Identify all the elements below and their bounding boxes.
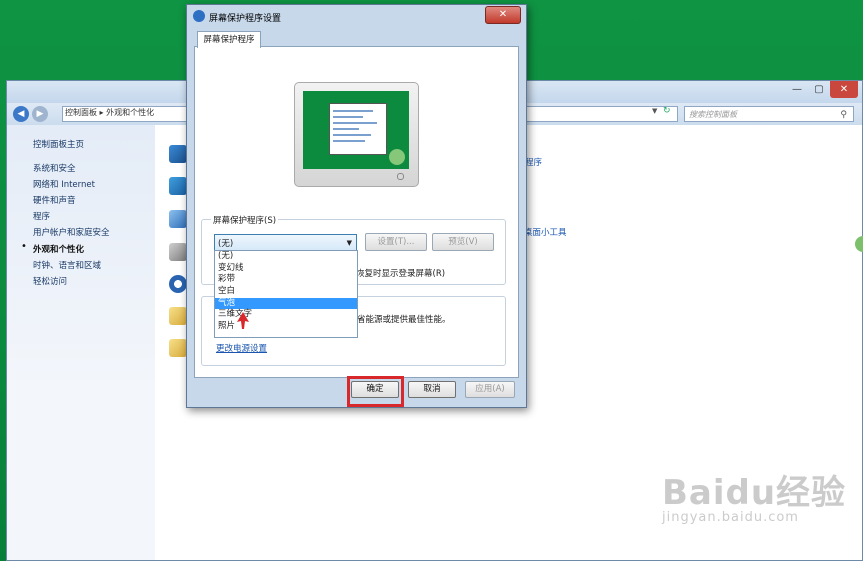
cancel-button[interactable]: 取消 bbox=[408, 381, 456, 398]
forward-icon[interactable]: ▶ bbox=[32, 106, 48, 122]
address-path[interactable]: 控制面板 ▸ 外观和个性化 bbox=[65, 107, 154, 119]
pointer-arrow-icon bbox=[237, 312, 249, 329]
display-icon bbox=[169, 145, 187, 163]
fonts-icon bbox=[169, 339, 187, 357]
preview-button[interactable]: 预览(V) bbox=[432, 233, 494, 251]
monitor-power-icon bbox=[397, 173, 404, 180]
sidebar-item-security[interactable]: 系统和安全 bbox=[33, 162, 76, 174]
preview-window-image bbox=[329, 103, 387, 155]
minimize-icon[interactable]: — bbox=[786, 81, 808, 98]
dialog-title: 屏幕保护程序设置 bbox=[209, 14, 282, 24]
taskbar-icon bbox=[169, 243, 187, 261]
ok-highlight-box bbox=[347, 376, 404, 407]
screensaver-select[interactable]: (无) ▼ bbox=[214, 234, 357, 251]
desktop-gadgets-link[interactable]: 桌面小工具 bbox=[524, 226, 567, 238]
search-icon[interactable]: ⚲ bbox=[840, 110, 847, 120]
sidebar-item-ease-of-access[interactable]: 轻松访问 bbox=[33, 275, 67, 287]
back-icon[interactable]: ◀ bbox=[13, 106, 29, 122]
dropdown-option-mystify[interactable]: 变幻线 bbox=[215, 263, 357, 275]
power-description: 省能源或提供最佳性能。 bbox=[357, 315, 451, 325]
watermark: Baidu经验 jingyan.baidu.com bbox=[662, 465, 846, 525]
change-power-settings-link[interactable]: 更改电源设置 bbox=[216, 342, 267, 354]
refresh-icon[interactable]: ↻ bbox=[663, 106, 671, 116]
apply-button[interactable]: 应用(A) bbox=[465, 381, 515, 398]
resume-logon-label[interactable]: 恢复时显示登录屏幕(R) bbox=[356, 267, 445, 279]
search-input[interactable]: 搜索控制面板 ⚲ bbox=[684, 106, 854, 122]
sidebar-item-user-accounts[interactable]: 用户帐户和家庭安全 bbox=[33, 226, 110, 238]
preview-logo-image bbox=[389, 149, 405, 165]
dropdown-option-none[interactable]: (无) bbox=[215, 251, 357, 263]
sidebar: 控制面板主页 系统和安全 网络和 Internet 硬件和声音 程序 用户帐户和… bbox=[7, 125, 155, 560]
programs-link[interactable]: 程序 bbox=[525, 156, 542, 168]
desktop-gadgets-icon bbox=[169, 210, 187, 228]
dropdown-option-blank[interactable]: 空白 bbox=[215, 286, 357, 298]
chevron-down-icon: ▼ bbox=[346, 239, 352, 247]
settings-button[interactable]: 设置(T)... bbox=[365, 233, 427, 251]
tab-screensaver[interactable]: 屏幕保护程序 bbox=[197, 31, 261, 48]
sidebar-item-network[interactable]: 网络和 Internet bbox=[33, 178, 95, 190]
folder-options-icon bbox=[169, 307, 187, 325]
maximize-icon[interactable]: ▢ bbox=[808, 81, 830, 98]
sidebar-item-hardware[interactable]: 硬件和声音 bbox=[33, 194, 76, 206]
active-bullet-icon: • bbox=[21, 241, 27, 252]
sidebar-home-link[interactable]: 控制面板主页 bbox=[33, 138, 84, 150]
address-dropdown-icon[interactable]: ▼ bbox=[652, 107, 657, 115]
screensaver-selected-value: (无) bbox=[218, 239, 234, 249]
screensaver-group-label: 屏幕保护程序(S) bbox=[211, 214, 279, 226]
monitor-app-icon bbox=[193, 10, 205, 22]
preview-screen bbox=[303, 91, 409, 169]
dialog-close-icon[interactable]: ✕ bbox=[485, 6, 521, 24]
close-icon[interactable]: ✕ bbox=[830, 81, 858, 98]
sidebar-item-appearance[interactable]: 外观和个性化 bbox=[33, 243, 84, 255]
dialog-titlebar: 屏幕保护程序设置 ✕ bbox=[187, 5, 526, 27]
ease-of-access-icon bbox=[169, 275, 187, 293]
personalization-icon bbox=[169, 177, 187, 195]
search-placeholder: 搜索控制面板 bbox=[689, 110, 737, 119]
dropdown-option-ribbons[interactable]: 彩带 bbox=[215, 274, 357, 286]
sidebar-item-clock-region[interactable]: 时钟、语言和区域 bbox=[33, 259, 101, 271]
watermark-main: Baidu经验 bbox=[662, 473, 847, 513]
sidebar-item-programs[interactable]: 程序 bbox=[33, 210, 50, 222]
dropdown-option-bubbles[interactable]: 气泡 bbox=[215, 297, 357, 310]
monitor-preview bbox=[294, 82, 419, 187]
